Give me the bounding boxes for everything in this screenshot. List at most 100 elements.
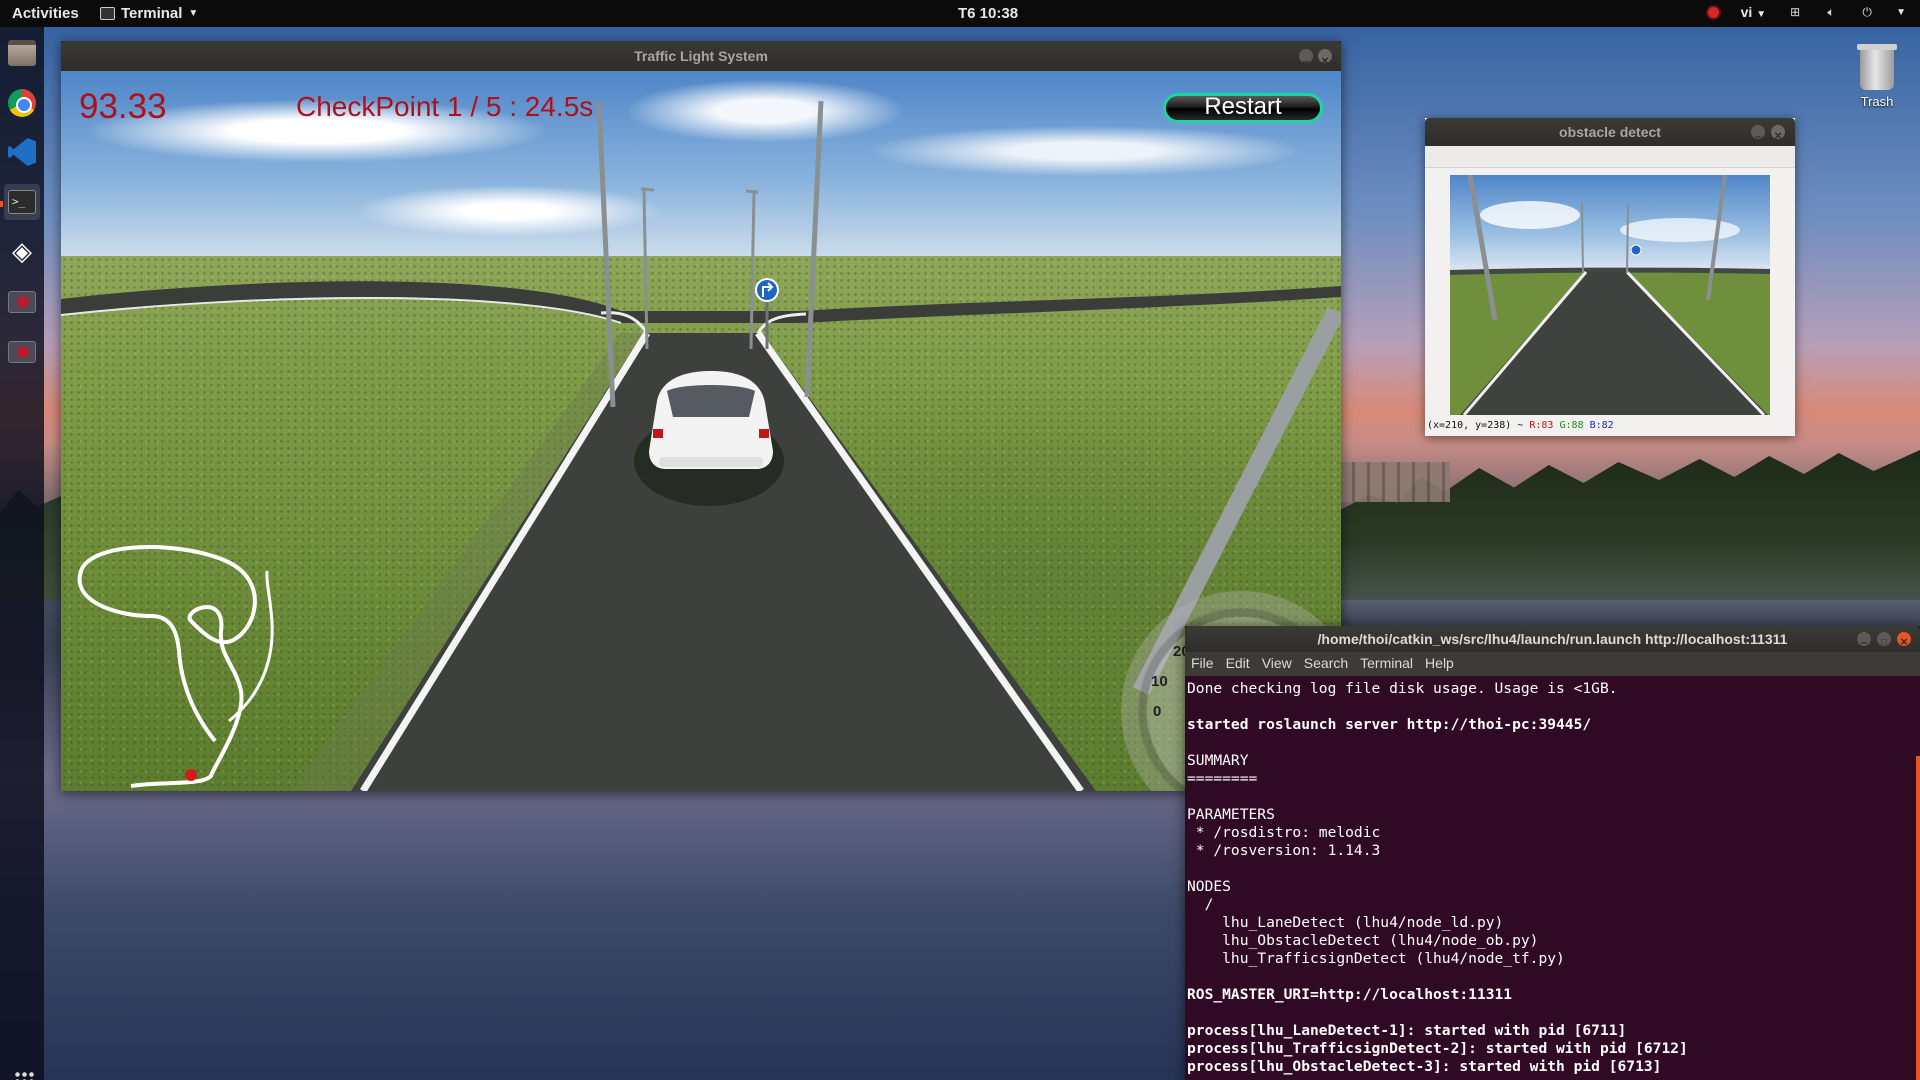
terminal-line: / [1187,896,1214,913]
pixel-readout: (x=210, y=238) ~ R:83 G:88 B:82 [1427,420,1614,431]
dock-app-1[interactable] [4,284,40,320]
speedometer-label-0: 0 [1153,703,1162,720]
menu-view[interactable]: View [1256,652,1298,676]
pole-right-far [749,192,756,350]
camera-cloud [1620,218,1740,242]
camera-pole-far-right [1626,204,1629,274]
top-bar: Activities Terminal ▼ T6 10:38 vi ▼ ⊞ 🔈︎… [0,0,1920,27]
menu-search[interactable]: Search [1298,652,1354,676]
desktop-trash[interactable]: Trash [1852,44,1902,109]
power-icon[interactable]: ⏻ [1860,5,1874,19]
menu-file[interactable]: File [1185,652,1220,676]
wallpaper-lake [1340,600,1920,620]
dock-vscode[interactable] [4,134,40,170]
app-red-icon [8,291,36,313]
car-bumper [659,457,763,467]
unity-icon: ◈ [12,237,32,267]
camera-pole-far-left [1581,202,1584,274]
car-rear-window [667,385,755,417]
pixel-coords: (x=210, y=238) ~ [1427,420,1530,431]
dock: >_ ◈ [0,27,44,1080]
restart-button[interactable]: Restart [1163,93,1323,123]
menu-help[interactable]: Help [1419,652,1460,676]
show-applications-icon[interactable] [14,1071,36,1080]
crossroad [61,281,1341,323]
close-icon[interactable] [1771,122,1785,150]
terminal-line: ROS_MASTER_URI=http://localhost:11311 [1187,986,1513,1003]
minimize-icon[interactable] [1299,46,1313,76]
terminal-scrollbar[interactable] [1916,756,1920,1080]
terminal-title: /home/thoi/catkin_ws/src/lhu4/launch/run… [1317,631,1788,647]
terminal-line: lhu_TrafficsignDetect (lhu4/node_tf.py) [1187,950,1565,967]
game-window-title: Traffic Light System [634,48,768,64]
close-icon[interactable] [1897,629,1911,655]
close-icon[interactable] [1318,46,1332,76]
obstacle-detect-window[interactable]: obstacle detect (x=210, y=2 [1425,118,1795,436]
car-tail-light-left [653,429,663,438]
terminal-window[interactable]: /home/thoi/catkin_ws/src/lhu4/launch/run… [1185,626,1920,1080]
system-tray[interactable]: vi ▼ ⊞ 🔈︎ ⏻ ▼ [1707,4,1906,20]
maximize-icon[interactable] [1877,630,1891,656]
terminal-line: ======== [1187,770,1258,787]
terminal-titlebar[interactable]: /home/thoi/catkin_ws/src/lhu4/launch/run… [1185,626,1920,656]
camera-feed-image[interactable] [1450,175,1770,415]
obstacle-window-titlebar[interactable]: obstacle detect [1425,118,1795,150]
dock-files[interactable] [4,35,40,71]
terminal-line: process[lhu_ObstacleDetect-3]: started w… [1187,1058,1662,1075]
caret-down-icon: ▼ [1756,9,1767,20]
trash-icon [1857,44,1897,90]
game-viewport[interactable]: 93.33 CheckPoint 1 / 5 : 24.5s Restart 3… [61,71,1341,791]
wallpaper-buildings [1340,462,1450,502]
score-display: 93.33 [79,87,167,126]
pixel-red-value: R:83 [1529,420,1554,431]
dock-app-2[interactable] [4,334,40,370]
car-tail-light-right [759,429,769,438]
menu-edit[interactable]: Edit [1220,652,1256,676]
terminal-small-icon [100,7,115,20]
language-indicator[interactable]: vi ▼ [1741,4,1766,20]
speedometer-label-10: 10 [1151,673,1168,690]
activities-button[interactable]: Activities [12,5,79,22]
terminal-line: started roslaunch server http://thoi-pc:… [1187,716,1592,733]
pole-right-near [804,100,824,398]
terminal-line: lhu_LaneDetect (lhu4/node_ld.py) [1187,914,1504,931]
game-window[interactable]: Traffic Light System – × 93.33 CheckPoin… [61,41,1341,791]
obstacle-window-toolbar [1425,146,1795,168]
language-label: vi [1740,4,1753,20]
terminal-line: * /rosversion: 1.14.3 [1187,842,1381,859]
volume-icon[interactable]: 🔈︎ [1824,5,1838,19]
caret-down-icon: ▼ [188,8,199,19]
terminal-line: lhu_ObstacleDetect (lhu4/node_ob.py) [1187,932,1539,949]
minimize-icon[interactable] [1751,122,1765,150]
dock-terminal[interactable]: >_ [4,184,40,220]
app-menu[interactable]: Terminal ▼ [100,5,198,22]
pixel-green-value: G:88 [1559,420,1584,431]
camera-feed-scene [1450,175,1770,415]
terminal-icon: >_ [8,190,36,214]
caret-down-icon[interactable]: ▼ [1896,7,1906,18]
dock-chrome[interactable] [4,85,40,121]
minimize-icon[interactable] [1857,629,1871,655]
game-window-titlebar[interactable]: Traffic Light System [61,41,1341,76]
dock-unity[interactable]: ◈ [4,234,40,270]
vscode-icon [8,138,36,166]
camera-traffic-sign-icon [1630,244,1642,256]
terminal-output[interactable]: Done checking log file disk usage. Usage… [1187,680,1915,1078]
terminal-line: process[lhu_LaneDetect-1]: started with … [1187,1022,1627,1039]
files-icon [8,40,36,66]
clock[interactable]: T6 10:38 [958,5,1018,22]
recording-indicator-icon[interactable] [1707,6,1719,18]
network-icon[interactable]: ⊞ [1788,5,1802,19]
minimap-car-marker [185,769,197,781]
minimap-track [77,545,257,788]
pixel-blue-value: B:82 [1589,420,1614,431]
obstacle-window-title: obstacle detect [1559,124,1661,140]
menu-terminal[interactable]: Terminal [1354,652,1419,676]
chrome-icon [8,89,36,117]
terminal-line: * /rosdistro: melodic [1187,824,1381,841]
